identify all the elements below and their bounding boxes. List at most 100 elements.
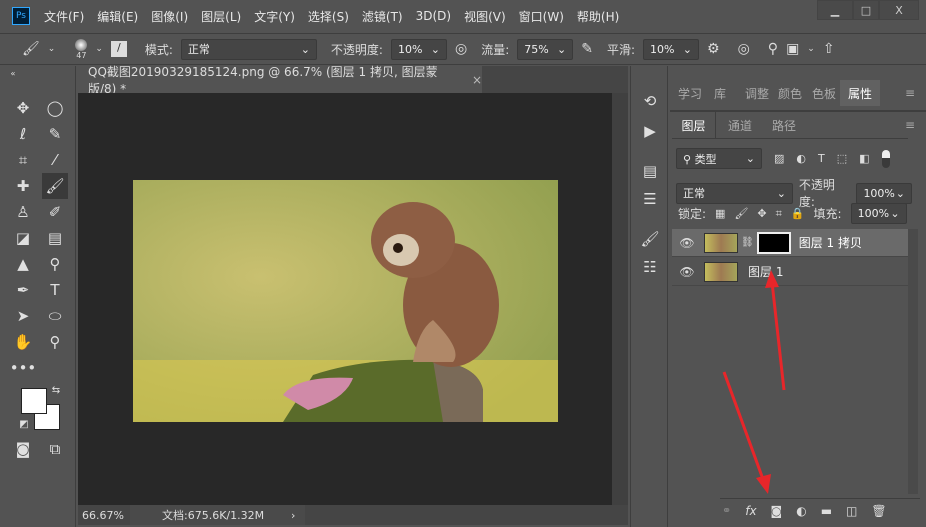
menu-type[interactable]: 文字(Y): [254, 8, 295, 25]
smoothing-input[interactable]: 10% ⌄: [643, 38, 700, 60]
fill-input[interactable]: 100% ⌄: [850, 203, 907, 224]
menu-3d[interactable]: 3D(D): [416, 9, 451, 23]
pressure-size-icon[interactable]: ◎: [738, 41, 750, 57]
menu-image[interactable]: 图像(I): [151, 8, 188, 25]
opacity-input[interactable]: 10% ⌄: [390, 38, 447, 60]
status-menu-arrow[interactable]: ›: [291, 509, 295, 522]
layer-row-base[interactable]: 👁 图层 1: [672, 258, 908, 286]
actions-play-icon[interactable]: ▶: [639, 120, 661, 142]
add-mask-icon[interactable]: ◙: [771, 504, 783, 518]
tab-swatches[interactable]: 色板: [808, 80, 840, 106]
quick-mask-icon[interactable]: ◙: [12, 438, 34, 460]
gradient-tool-icon[interactable]: ▤: [44, 227, 66, 249]
lock-image-icon[interactable]: 🖌: [734, 207, 748, 220]
new-layer-icon[interactable]: ◫: [846, 504, 857, 518]
search-icon[interactable]: ⚲: [768, 41, 778, 57]
visibility-eye-icon[interactable]: 👁: [672, 236, 702, 250]
blur-tool-icon[interactable]: ▲: [12, 253, 34, 275]
panel-menu-icon[interactable]: ≡: [902, 112, 918, 138]
filter-kind-select[interactable]: ⚲ 类型 ⌄: [676, 148, 762, 169]
pen-tool-icon[interactable]: ✒: [12, 279, 34, 301]
more-tools-icon[interactable]: •••: [10, 357, 37, 379]
zoom-level[interactable]: 66.67%: [78, 509, 130, 522]
vertical-scrollbar[interactable]: [612, 93, 628, 505]
menu-window[interactable]: 窗口(W): [519, 8, 564, 25]
brush-size-picker[interactable]: 47: [75, 38, 88, 60]
layer-row-copy[interactable]: 👁 ⛓ 图层 1 拷贝: [672, 229, 908, 257]
tab-layers[interactable]: 图层: [672, 112, 716, 138]
brush-settings-icon[interactable]: /: [110, 41, 127, 57]
hand-tool-icon[interactable]: ✋: [12, 331, 34, 353]
swap-colors-icon[interactable]: ⇆: [50, 384, 62, 396]
foreground-color-swatch[interactable]: [21, 388, 47, 414]
lock-position-icon[interactable]: ✥: [757, 207, 766, 220]
menu-view[interactable]: 视图(V): [464, 8, 506, 25]
document-tab[interactable]: QQ截图20190329185124.png @ 66.7% (图层 1 拷贝,…: [78, 65, 482, 96]
clone-stamp-tool-icon[interactable]: ♙: [12, 201, 34, 223]
properties-panel-icon[interactable]: ▤: [639, 160, 661, 182]
brush-settings-panel-icon[interactable]: 🖌: [639, 228, 661, 250]
menu-file[interactable]: 文件(F): [44, 8, 84, 25]
tab-color[interactable]: 颜色: [774, 80, 806, 106]
layer-name[interactable]: 图层 1 拷贝: [799, 234, 862, 251]
history-icon[interactable]: ⟲: [639, 90, 661, 112]
filter-toggle[interactable]: [881, 149, 890, 168]
layers-scrollbar[interactable]: [908, 229, 918, 494]
airbrush-icon[interactable]: ✎: [581, 41, 593, 57]
adjustment-layer-icon[interactable]: ◐: [796, 504, 806, 518]
menu-layer[interactable]: 图层(L): [201, 8, 241, 25]
dodge-tool-icon[interactable]: ⚲: [44, 253, 66, 275]
document-image[interactable]: [133, 180, 558, 422]
brush-preset-icon[interactable]: 🖌: [22, 41, 40, 57]
mode-select[interactable]: 正常 ⌄: [180, 38, 317, 60]
chevron-down-icon[interactable]: ⌄: [48, 44, 56, 54]
lock-artboard-icon[interactable]: ⌗: [776, 207, 782, 221]
lasso-tool-icon[interactable]: ℓ: [12, 123, 34, 145]
tab-paths[interactable]: 路径: [762, 112, 806, 138]
gear-icon[interactable]: ⚙: [707, 41, 720, 57]
panel-menu-icon[interactable]: ≡: [902, 80, 918, 106]
move-tool-icon[interactable]: ✥: [12, 97, 34, 119]
maximize-button[interactable]: □: [853, 0, 879, 20]
menu-help[interactable]: 帮助(H): [577, 8, 619, 25]
quick-select-tool-icon[interactable]: ✎: [44, 123, 66, 145]
adjustments-icon[interactable]: ☷: [639, 256, 661, 278]
blend-mode-select[interactable]: 正常 ⌄: [676, 182, 793, 204]
tab-learn[interactable]: 学习: [676, 80, 704, 106]
mask-link-icon[interactable]: ⛓: [741, 237, 754, 248]
filter-shape-icon[interactable]: ⬚: [837, 152, 847, 165]
filter-type-icon[interactable]: T: [818, 152, 825, 165]
eraser-tool-icon[interactable]: ◪: [12, 227, 34, 249]
menu-select[interactable]: 选择(S): [308, 8, 349, 25]
layer-name[interactable]: 图层 1: [748, 263, 783, 280]
lock-transparent-icon[interactable]: ▦: [715, 207, 725, 220]
link-layers-icon[interactable]: ⚭: [722, 504, 731, 517]
menu-filter[interactable]: 滤镜(T): [362, 8, 403, 25]
chevron-down-icon[interactable]: ⌄: [95, 44, 103, 54]
history-brush-tool-icon[interactable]: ✐: [44, 201, 66, 223]
chevron-down-icon[interactable]: ⌄: [807, 44, 815, 54]
delete-layer-icon[interactable]: 🗑: [871, 504, 886, 518]
path-select-tool-icon[interactable]: ➤: [12, 305, 34, 327]
notes-icon[interactable]: ☰: [639, 188, 661, 210]
layer-mask-thumbnail[interactable]: [756, 231, 791, 254]
marquee-tool-icon[interactable]: ◯: [44, 97, 66, 119]
shape-tool-icon[interactable]: ⬭: [44, 305, 66, 327]
tab-properties[interactable]: 属性: [840, 80, 880, 106]
tab-libraries[interactable]: 库: [706, 80, 734, 106]
collapse-icon[interactable]: «: [8, 68, 18, 78]
tab-channels[interactable]: 通道: [718, 112, 762, 138]
filter-smart-object-icon[interactable]: ◧: [859, 152, 869, 165]
close-button[interactable]: X: [879, 0, 919, 20]
share-icon[interactable]: ⇧: [823, 41, 835, 57]
filter-pixel-icon[interactable]: ▨: [774, 152, 784, 165]
crop-tool-icon[interactable]: ⌗: [12, 149, 34, 171]
eyedropper-tool-icon[interactable]: ⁄: [44, 149, 66, 171]
minimize-button[interactable]: ▁: [817, 0, 853, 20]
brush-tool-icon[interactable]: 🖌: [42, 173, 68, 199]
visibility-eye-icon[interactable]: 👁: [672, 265, 702, 279]
menu-edit[interactable]: 编辑(E): [97, 8, 138, 25]
close-tab-icon[interactable]: ×: [472, 73, 482, 87]
lock-all-icon[interactable]: 🔒: [791, 207, 805, 220]
healing-brush-tool-icon[interactable]: ✚: [12, 175, 34, 197]
